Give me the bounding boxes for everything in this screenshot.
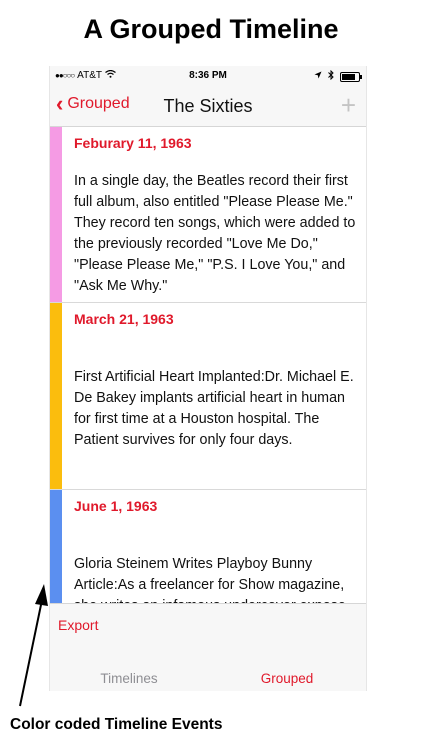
app-store-screenshot: A Grouped Timeline ●●○○○ AT&T 8:36 PM ‹ …: [0, 0, 422, 750]
promo-caption: Color coded Timeline Events: [10, 716, 223, 733]
annotation-arrow-icon: [19, 584, 48, 707]
